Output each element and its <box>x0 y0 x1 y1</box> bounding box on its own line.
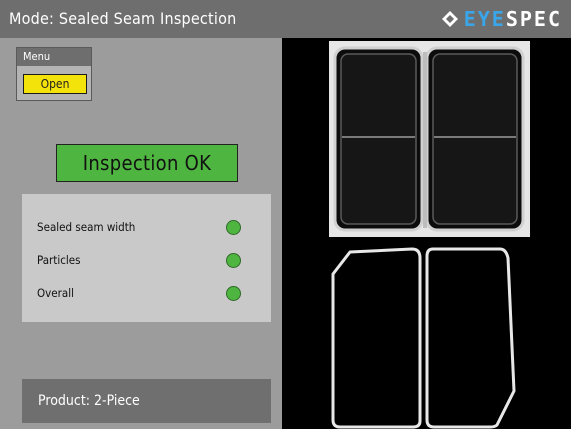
result-row-particles: Particles <box>22 251 271 271</box>
diamond-logo-icon <box>441 11 458 27</box>
results-panel: Sealed seam width Particles Overall <box>22 194 271 322</box>
logo-text-spec: SPEC <box>505 7 562 31</box>
menu-group: Menu Open <box>16 47 92 101</box>
result-label: Particles <box>37 253 81 267</box>
open-button[interactable]: Open <box>23 74 87 94</box>
menu-title: Menu <box>17 48 91 66</box>
logo-text-eye: EYE <box>463 7 506 31</box>
result-label: Overall <box>37 286 74 300</box>
seam-outline-image <box>331 247 516 429</box>
inspection-images <box>329 41 530 429</box>
raw-camera-image <box>329 41 530 237</box>
product-label: Product: 2-Piece <box>22 379 271 423</box>
status-indicator-icon <box>226 286 241 301</box>
status-indicator-icon <box>226 220 241 235</box>
mode-title: Mode: Sealed Seam Inspection <box>9 9 237 28</box>
result-label: Sealed seam width <box>37 220 136 234</box>
result-row-sealed-seam-width: Sealed seam width <box>22 218 271 238</box>
status-indicator-icon <box>226 253 241 268</box>
inspection-status-banner: Inspection OK <box>56 144 238 182</box>
camera-image-panel <box>282 38 571 429</box>
control-panel: Menu Open Inspection OK Sealed seam widt… <box>0 38 282 429</box>
title-bar: Mode: Sealed Seam Inspection EYE SPEC <box>0 0 571 38</box>
eyespec-logo: EYE SPEC <box>441 7 562 31</box>
result-row-overall: Overall <box>22 284 271 304</box>
